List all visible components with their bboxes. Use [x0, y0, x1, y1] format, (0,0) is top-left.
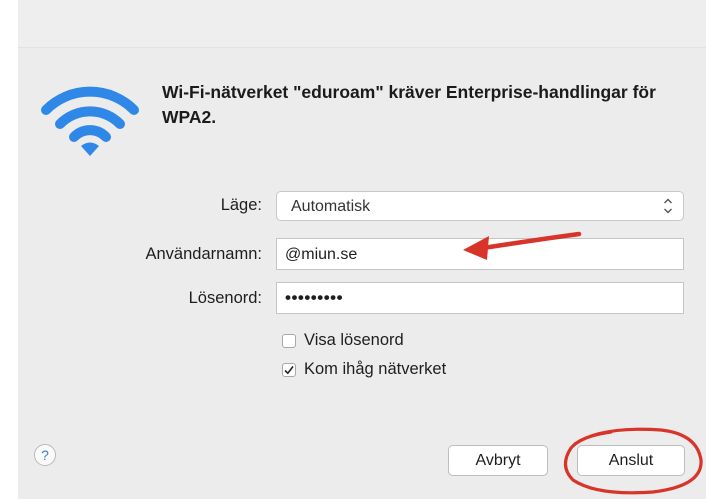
select-stepper-icon — [664, 198, 672, 214]
show-password-checkbox[interactable] — [282, 334, 296, 348]
show-password-label: Visa lösenord — [304, 331, 404, 349]
help-button[interactable]: ? — [34, 444, 56, 466]
mode-select[interactable]: Automatisk — [276, 191, 684, 221]
cancel-button[interactable]: Avbryt — [448, 445, 548, 476]
wifi-login-dialog: Wi-Fi-nätverket "eduroam" kräver Enterpr… — [0, 0, 706, 499]
title-bar — [18, 0, 706, 48]
wifi-icon — [41, 86, 139, 156]
red-arrow-annotation — [463, 231, 582, 260]
remember-network-label: Kom ihåg nätverket — [304, 360, 447, 378]
password-field-value: ••••••••• — [285, 288, 344, 307]
password-label: Lösenord: — [188, 289, 262, 307]
password-field[interactable]: ••••••••• — [276, 282, 684, 314]
username-label: Användarnamn: — [145, 245, 263, 263]
dialog-message: Wi-Fi-nätverket "eduroam" kräver Enterpr… — [162, 82, 656, 127]
username-field-value: @miun.se — [285, 246, 358, 263]
mode-label: Läge: — [220, 196, 262, 214]
connect-button[interactable]: Anslut — [577, 445, 685, 476]
mode-select-value: Automatisk — [291, 198, 371, 215]
remember-network-checkbox[interactable] — [282, 363, 296, 377]
checkmark-icon — [284, 366, 294, 375]
